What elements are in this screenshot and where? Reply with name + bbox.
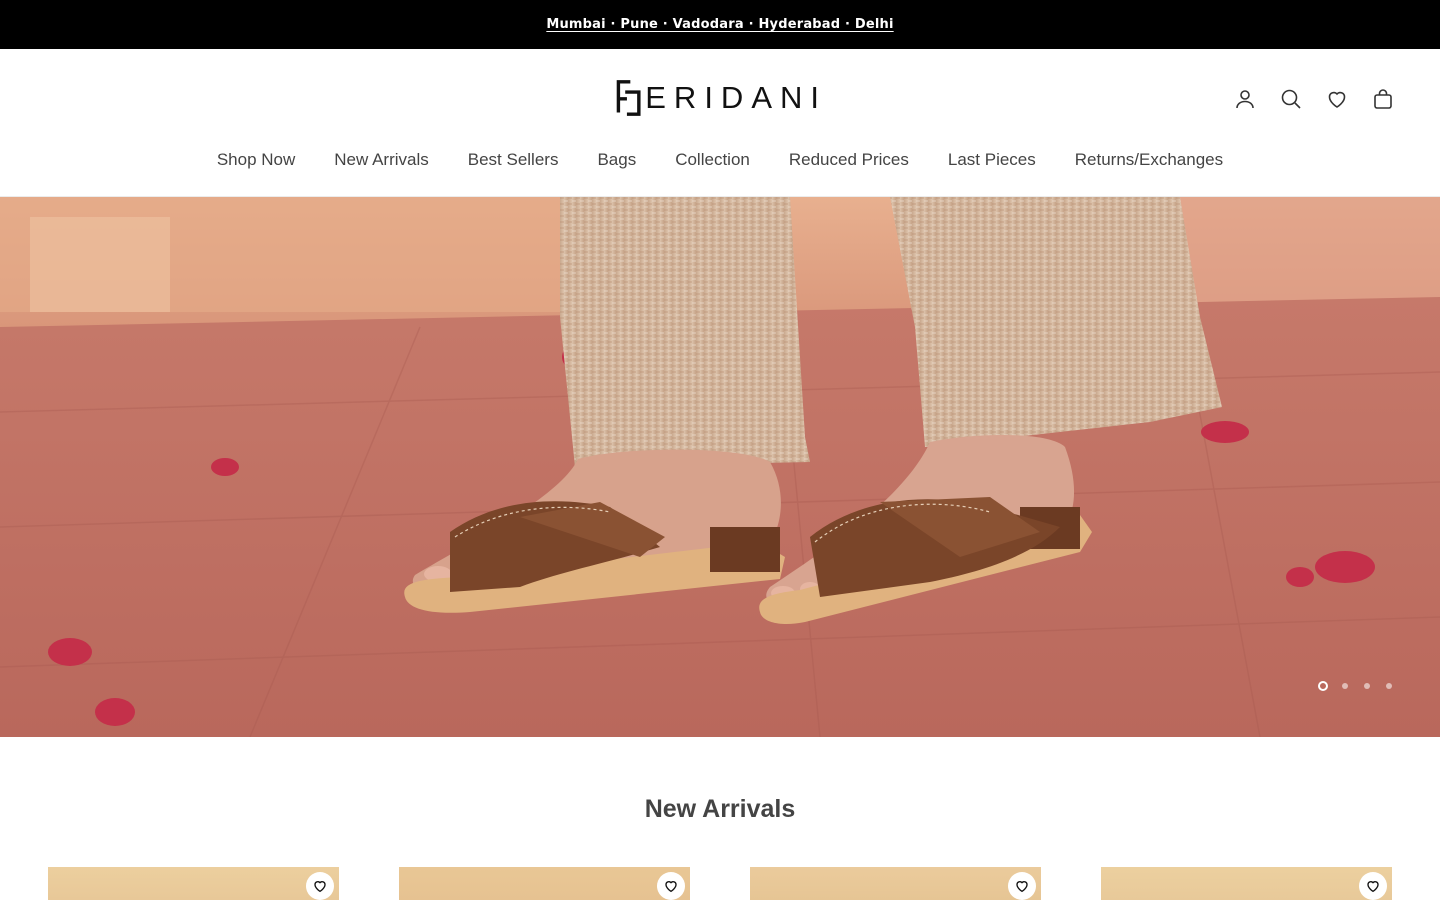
account-icon[interactable] — [1232, 86, 1258, 112]
slideshow-pagination — [1318, 681, 1394, 691]
announcement-bar: Mumbai · Pune · Vadodara · Hyderabad · D… — [0, 0, 1440, 49]
hero-image — [0, 197, 1440, 737]
heart-icon[interactable] — [1008, 872, 1036, 900]
new-arrivals-title: New Arrivals — [644, 795, 796, 823]
search-icon[interactable] — [1278, 86, 1304, 112]
nav-returns-exchanges[interactable]: Returns/Exchanges — [1075, 150, 1223, 170]
slide-dot-1[interactable] — [1318, 681, 1328, 691]
heart-icon[interactable] — [1324, 86, 1350, 112]
product-card[interactable] — [399, 867, 690, 900]
product-card[interactable] — [1101, 867, 1392, 900]
brand-wordmark: ERIDANI — [645, 80, 827, 115]
bag-icon[interactable] — [1370, 86, 1396, 112]
nav-last-pieces[interactable]: Last Pieces — [948, 150, 1036, 170]
nav-collection[interactable]: Collection — [675, 150, 750, 170]
site-header: ERIDANI Shop Now New Arrivals Best Selle… — [0, 49, 1440, 197]
nav-bags[interactable]: Bags — [597, 150, 636, 170]
product-card[interactable] — [750, 867, 1041, 900]
product-card[interactable] — [48, 867, 339, 900]
store-locations-link[interactable]: Mumbai · Pune · Vadodara · Hyderabad · D… — [546, 17, 893, 32]
nav-new-arrivals[interactable]: New Arrivals — [334, 150, 428, 170]
new-arrivals-grid — [48, 867, 1392, 900]
brand-logo[interactable]: ERIDANI — [615, 75, 827, 121]
slide-dot-3[interactable] — [1364, 683, 1370, 689]
slide-dot-2[interactable] — [1342, 683, 1348, 689]
logo-mark-icon — [616, 80, 641, 116]
header-actions — [1232, 86, 1396, 112]
heart-icon[interactable] — [1359, 872, 1387, 900]
hero-slideshow[interactable] — [0, 197, 1440, 737]
nav-shop-now[interactable]: Shop Now — [217, 150, 295, 170]
heart-icon[interactable] — [306, 872, 334, 900]
heart-icon[interactable] — [657, 872, 685, 900]
slide-dot-4[interactable] — [1386, 683, 1392, 689]
nav-reduced-prices[interactable]: Reduced Prices — [789, 150, 909, 170]
nav-best-sellers[interactable]: Best Sellers — [468, 150, 559, 170]
main-nav: Shop Now New Arrivals Best Sellers Bags … — [0, 150, 1440, 170]
